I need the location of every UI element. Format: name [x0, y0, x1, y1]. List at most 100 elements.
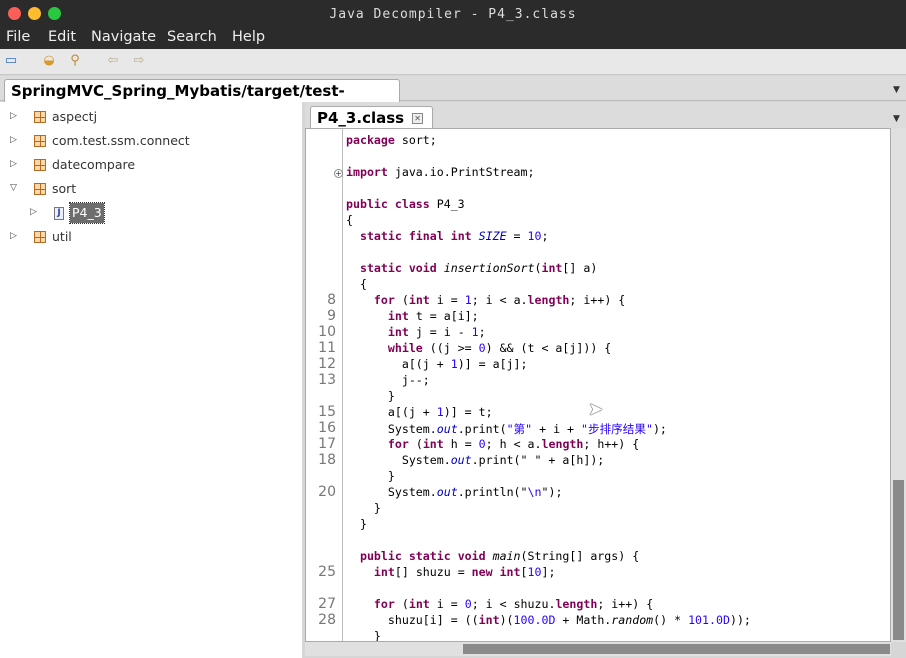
editor-tab-bar: P4_3.class ✕ ▼ [305, 102, 906, 129]
code-editor[interactable]: package sort; + import java.io.PrintStream… [305, 128, 891, 642]
back-arrow-icon[interactable]: ⇦ [105, 54, 121, 68]
code-line: a[(j + 1)] = a[j]; [346, 357, 528, 371]
tree-item-datecompare[interactable]: datecompare [52, 155, 135, 175]
collapse-arrow-icon[interactable]: ▽ [10, 183, 17, 193]
gutter-divider [342, 129, 343, 641]
expand-arrow-icon[interactable]: ▷ [10, 159, 17, 169]
tab-label: P4_3.class [317, 109, 405, 127]
line-number: 15 [318, 404, 336, 420]
line-number: 10 [318, 324, 336, 340]
code-line: for (int i = 1; i < a.length; i++) { [346, 293, 625, 307]
code-token: for [373, 293, 395, 307]
code-token: { [346, 277, 367, 291]
title-bar: Java Decompiler - P4_3.class [0, 0, 906, 29]
code-token: int [408, 597, 430, 611]
code-token: int [387, 325, 409, 339]
expand-arrow-icon[interactable]: ▷ [10, 111, 17, 121]
expand-arrow-icon[interactable]: ▷ [10, 231, 17, 241]
code-line: int t = a[i]; [346, 309, 479, 323]
package-icon [34, 159, 46, 171]
line-number: 27 [318, 596, 336, 612]
menu-file[interactable]: File [6, 29, 30, 45]
tree-item-com-test-ssm-connect[interactable]: com.test.ssm.connect [52, 131, 190, 151]
code-token: ( [408, 437, 423, 451]
code-token: int [373, 565, 395, 579]
code-token: insertionSort [443, 261, 535, 275]
toolbar: ▭ ◒ ⚲ ⇦ ⇨ [0, 49, 906, 75]
mouse-cursor: ➤ [588, 399, 604, 420]
code-token: 10 [527, 565, 542, 579]
tree-item-p4-3[interactable]: P4_3 [69, 202, 105, 224]
tab-test-classes[interactable]: SpringMVC_Spring_Mybatis/target/test-cla… [4, 79, 400, 122]
code-token: "第" [506, 422, 533, 436]
open-file-icon[interactable]: ▭ [3, 54, 19, 68]
code-token: .println(" [457, 485, 528, 499]
chevron-down-icon[interactable]: ▼ [893, 85, 900, 95]
code-line: public class P4_3 [346, 197, 465, 211]
code-token: )); [729, 613, 751, 627]
tree-item-sort[interactable]: sort [52, 179, 76, 199]
menu-navigate[interactable]: Navigate [91, 29, 156, 45]
line-number: 11 [318, 340, 336, 356]
code-line: System.out.print(" " + a[h]); [346, 453, 604, 467]
open-type-icon[interactable]: ◒ [41, 54, 57, 68]
tree-item-aspectj[interactable]: aspectj [52, 107, 97, 127]
code-token: } [346, 517, 367, 531]
chevron-down-icon[interactable]: ▼ [893, 114, 900, 124]
menu-search[interactable]: Search [167, 29, 217, 45]
horizontal-scrollbar[interactable] [305, 642, 891, 656]
code-token: length [527, 293, 570, 307]
code-token: { [346, 213, 353, 227]
code-token: static void [359, 261, 437, 275]
code-token: main [492, 549, 521, 563]
code-token: ; [478, 325, 486, 339]
menu-edit[interactable]: Edit [48, 29, 76, 45]
code-token: import [346, 165, 388, 179]
code-token: ; i < a. [471, 293, 528, 307]
code-token: [] a) [562, 261, 598, 275]
tree-item-util[interactable]: util [52, 227, 72, 247]
code-token: "步排序结果" [581, 422, 653, 436]
code-token: 1 [464, 293, 472, 307]
scroll-thumb[interactable] [463, 644, 890, 654]
code-token: [] shuzu = [394, 565, 472, 579]
code-token: length [555, 597, 598, 611]
code-token: a[(j + [346, 405, 437, 419]
code-token: out [450, 453, 472, 467]
scroll-thumb[interactable] [893, 480, 904, 640]
close-icon[interactable]: ✕ [412, 113, 424, 124]
vertical-scrollbar[interactable] [891, 128, 906, 642]
code-line: } [346, 517, 367, 531]
code-token: out [436, 485, 458, 499]
code-token: length [541, 437, 584, 451]
search-icon[interactable]: ⚲ [67, 54, 83, 68]
code-line: System.out.print("第" + i + "步排序结果"); [346, 421, 667, 437]
code-token: .print(" " + a[h]); [471, 453, 605, 467]
menu-help[interactable]: Help [232, 29, 265, 45]
code-token: )] = a[j]; [457, 357, 528, 371]
code-token: } [346, 501, 381, 515]
code-line: for (int h = 0; h < a.length; h++) { [346, 437, 639, 451]
package-icon [34, 111, 46, 123]
forward-arrow-icon[interactable]: ⇨ [131, 54, 147, 68]
expand-arrow-icon[interactable]: ▷ [30, 207, 37, 217]
tab-p4-3-class[interactable]: P4_3.class ✕ [310, 106, 433, 129]
package-icon [34, 231, 46, 243]
code-token: ( [394, 293, 409, 307]
expand-arrow-icon[interactable]: ▷ [10, 135, 17, 145]
code-line: static final int SIZE = 10; [346, 229, 549, 243]
expand-fold-icon[interactable]: + [334, 169, 343, 178]
code-token: \n [527, 485, 542, 499]
code-token: + i + [532, 422, 582, 436]
code-token: () * [653, 613, 689, 627]
line-number: 16 [318, 420, 336, 436]
code-token: j = i - [408, 325, 472, 339]
code-token: ; h++) { [583, 437, 640, 451]
code-token: for [387, 437, 409, 451]
code-token: package [346, 133, 395, 147]
code-line: while ((j >= 0) && (t < a[j])) { [346, 341, 611, 355]
